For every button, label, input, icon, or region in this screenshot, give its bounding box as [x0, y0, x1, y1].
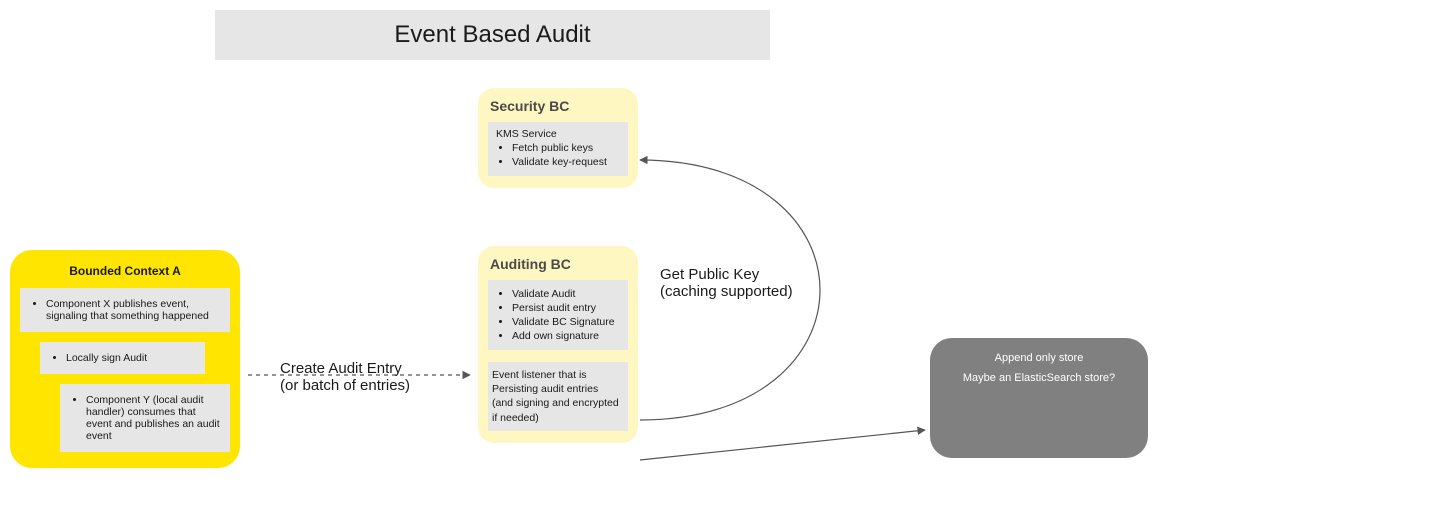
- security-item-1: Validate key-request: [512, 156, 624, 168]
- security-bc: Security BC KMS Service Fetch public key…: [478, 88, 638, 188]
- listener-l1: Event listener that is: [492, 368, 624, 382]
- store-l2: Maybe an ElasticSearch store?: [950, 372, 1128, 384]
- security-item-0: Fetch public keys: [512, 142, 624, 154]
- bc-a-note3: Component Y (local audit handler) consum…: [60, 384, 230, 452]
- audit-item-0: Validate Audit: [512, 288, 624, 300]
- diagram-title: Event Based Audit: [215, 10, 770, 60]
- label-create-l1: Create Audit Entry: [280, 360, 410, 377]
- bc-a-note2-text: Locally sign Audit: [66, 352, 197, 364]
- listener-l2: Persisting audit entries: [492, 382, 624, 396]
- auditing-bc-title: Auditing BC: [490, 256, 628, 272]
- arrow-auditing-to-store: [640, 430, 925, 460]
- auditing-bc-listener: Event listener that is Persisting audit …: [488, 362, 628, 431]
- audit-item-1: Persist audit entry: [512, 302, 624, 314]
- label-getkey-l1: Get Public Key: [660, 266, 793, 283]
- label-get-public-key: Get Public Key (caching supported): [660, 266, 793, 300]
- bounded-context-a: Bounded Context A Component X publishes …: [10, 250, 240, 468]
- label-getkey-l2: (caching supported): [660, 283, 793, 300]
- auditing-bc-body: Validate Audit Persist audit entry Valid…: [488, 280, 628, 350]
- bounded-context-a-title: Bounded Context A: [20, 264, 230, 278]
- bc-a-note1-text: Component X publishes event, signaling t…: [46, 298, 222, 322]
- append-only-store: Append only store Maybe an ElasticSearch…: [930, 338, 1148, 458]
- listener-l3: (and signing and encrypted if needed): [492, 396, 624, 424]
- bc-a-note3-text: Component Y (local audit handler) consum…: [86, 394, 222, 442]
- store-l1: Append only store: [950, 352, 1128, 364]
- label-create-audit-entry: Create Audit Entry (or batch of entries): [280, 360, 410, 394]
- audit-item-3: Add own signature: [512, 330, 624, 342]
- security-bc-title: Security BC: [490, 98, 628, 114]
- kms-service-title: KMS Service: [492, 128, 624, 140]
- bc-a-note1: Component X publishes event, signaling t…: [20, 288, 230, 332]
- audit-item-2: Validate BC Signature: [512, 316, 624, 328]
- bc-a-note2: Locally sign Audit: [40, 342, 205, 374]
- security-bc-body: KMS Service Fetch public keys Validate k…: [488, 122, 628, 176]
- auditing-bc: Auditing BC Validate Audit Persist audit…: [478, 246, 638, 443]
- label-create-l2: (or batch of entries): [280, 377, 410, 394]
